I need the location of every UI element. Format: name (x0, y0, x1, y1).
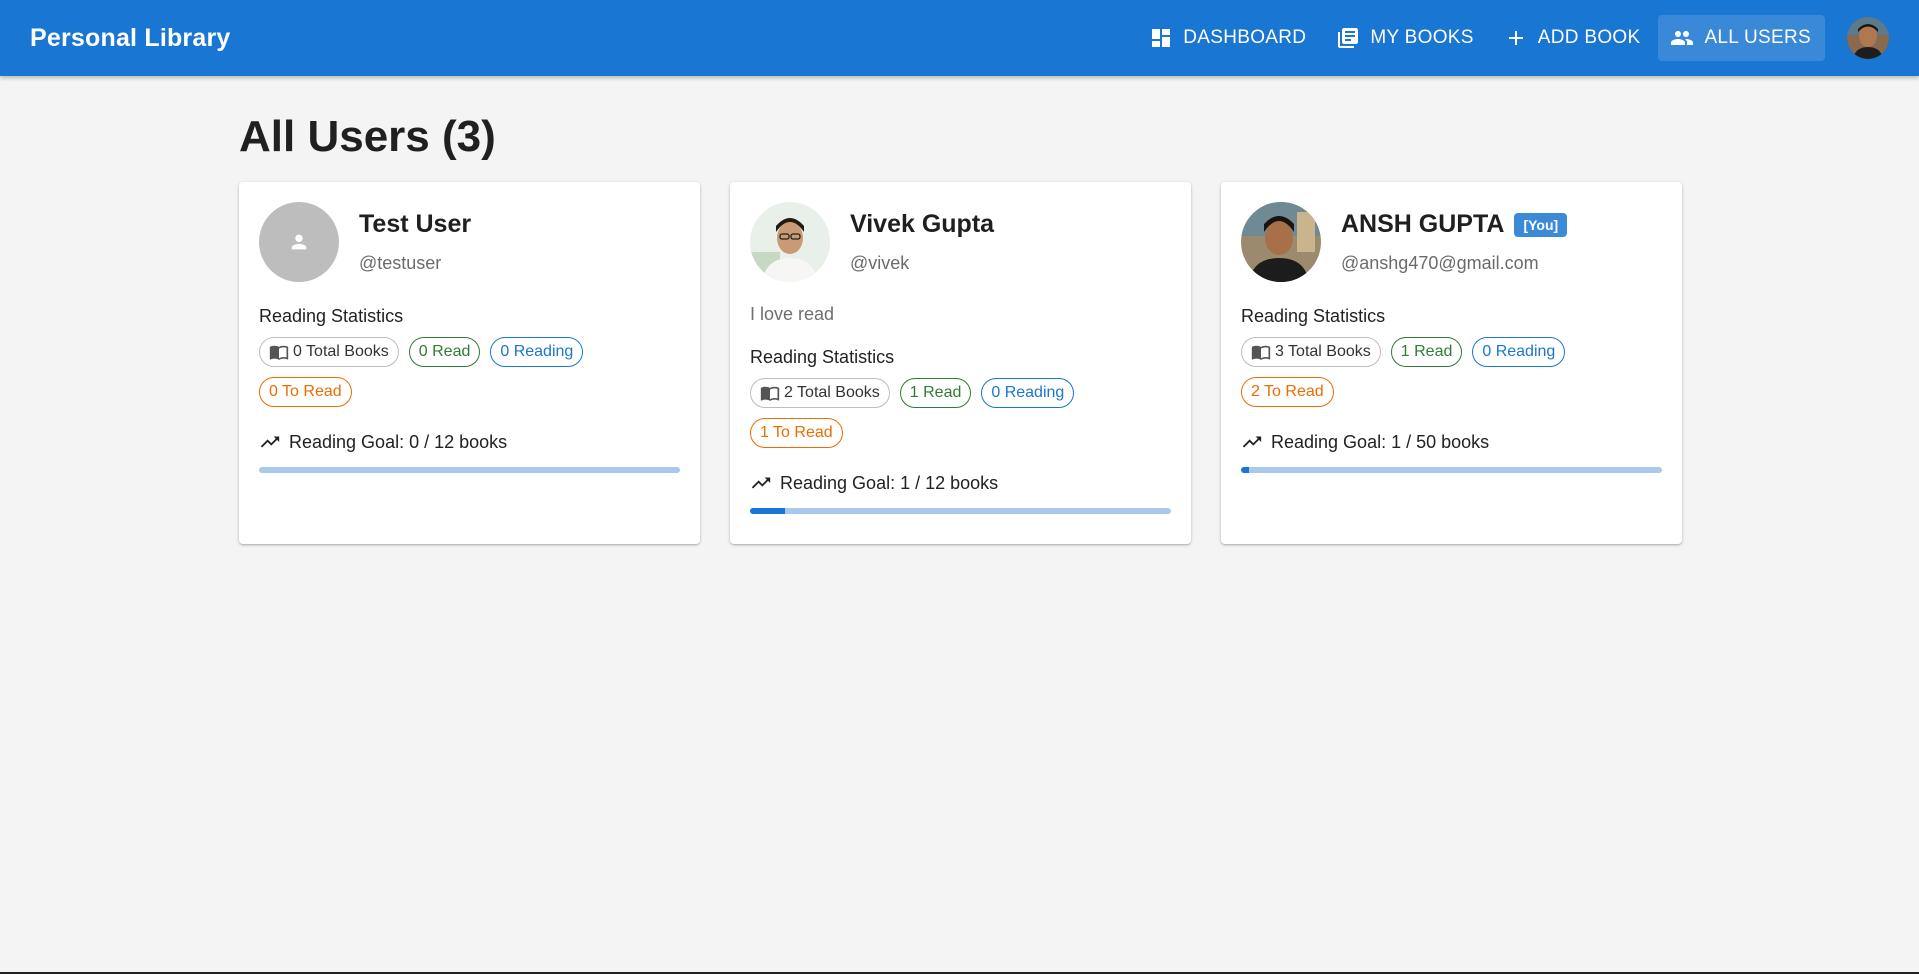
user-card-header: Vivek Gupta @vivek (750, 202, 1171, 282)
nav-my-books-button[interactable]: MY BOOKS (1324, 15, 1487, 61)
profile-photo (1241, 202, 1321, 282)
person-icon (291, 234, 307, 250)
user-cards: Test User @testuser Reading Statistics 0… (239, 182, 1682, 544)
reading-goal: Reading Goal: 1 / 50 books (1241, 431, 1662, 453)
user-name: Vivek Gupta (850, 210, 995, 238)
app-bar: Personal Library DASHBOARD MY BOOKS ADD … (0, 0, 1919, 76)
book-icon (269, 345, 289, 360)
nav-add-book-button[interactable]: ADD BOOK (1492, 15, 1655, 61)
user-name: Test User (359, 210, 472, 238)
reading-statistics-title: Reading Statistics (259, 306, 404, 326)
nav-all-users-button[interactable]: ALL USERS (1658, 15, 1825, 61)
reading-label: 0 Reading (1482, 343, 1556, 360)
total-books-chip: 3 Total Books (1241, 337, 1381, 367)
reading-goal-label: Reading Goal: 1 / 12 books (780, 472, 999, 493)
user-name: ANSH GUPTA (1341, 210, 1505, 238)
to-read-label: 1 To Read (760, 424, 833, 441)
reading-statistics-title: Reading Statistics (750, 347, 895, 367)
library-books-icon (1338, 28, 1359, 48)
read-chip: 0 Read (408, 337, 481, 367)
trending-up-icon (260, 436, 280, 448)
reading-label: 0 Reading (991, 384, 1065, 401)
user-handle: @anshg470@gmail.com (1341, 253, 1539, 273)
user-handle: @vivek (850, 253, 910, 273)
user-handle: @testuser (359, 253, 442, 273)
profile-photo (1847, 17, 1889, 59)
name-row: Vivek Gupta (850, 210, 994, 239)
main-nav: DASHBOARD MY BOOKS ADD BOOK ALL USERS (1133, 0, 1919, 76)
to-read-label: 0 To Read (269, 383, 342, 400)
add-icon (1508, 31, 1523, 45)
goal-progress-fill (1241, 467, 1250, 473)
profile-photo (750, 202, 830, 282)
stats-chips: 3 Total Books 1 Read 0 Reading 2 To Read (1241, 337, 1601, 407)
to-read-chip: 2 To Read (1241, 377, 1334, 407)
total-books-chip: 2 Total Books (750, 378, 890, 408)
reading-label: 0 Reading (500, 343, 574, 360)
page-title: All Users (3) (239, 112, 496, 161)
user-bio: I love read (750, 304, 835, 324)
goal-progress-fill (750, 508, 785, 514)
user-identity: Vivek Gupta @vivek (850, 202, 994, 274)
total-books-chip: 0 Total Books (259, 337, 399, 367)
goal-progress-bar (1241, 467, 1662, 473)
nav-add-book-label: ADD BOOK (1537, 27, 1641, 48)
goal-progress-bar (259, 467, 680, 473)
nav-dashboard-button[interactable]: DASHBOARD (1137, 15, 1320, 61)
goal-progress-bar (750, 508, 1171, 514)
user-avatar-button[interactable] (1847, 17, 1889, 59)
user-identity: Test User @testuser (359, 202, 471, 274)
stats-chips: 2 Total Books 1 Read 0 Reading 1 To Read (750, 378, 1110, 448)
read-chip: 1 Read (1390, 337, 1463, 367)
app-title[interactable]: Personal Library (30, 0, 231, 76)
trending-up-icon (751, 477, 771, 489)
read-label: 1 Read (1400, 343, 1453, 360)
nav-all-users-label: ALL USERS (1704, 27, 1811, 48)
reading-chip: 0 Reading (490, 337, 584, 367)
to-read-chip: 0 To Read (259, 377, 352, 407)
reading-statistics-title: Reading Statistics (1241, 306, 1386, 326)
name-row: ANSH GUPTA [You] (1341, 210, 1568, 239)
nav-dashboard-label: DASHBOARD (1183, 27, 1307, 48)
to-read-chip: 1 To Read (750, 418, 843, 448)
total-books-label: 2 Total Books (784, 384, 880, 401)
avatar (259, 202, 339, 282)
user-card: Test User @testuser Reading Statistics 0… (239, 182, 700, 544)
read-label: 0 Read (418, 343, 471, 360)
reading-chip: 0 Reading (1472, 337, 1566, 367)
reading-goal-label: Reading Goal: 0 / 12 books (289, 431, 508, 452)
book-icon (1251, 345, 1271, 360)
dashboard-icon (1152, 29, 1171, 47)
read-chip: 1 Read (899, 378, 972, 408)
reading-goal: Reading Goal: 1 / 12 books (750, 472, 1171, 494)
user-card-header: Test User @testuser (259, 202, 680, 282)
user-identity: ANSH GUPTA [You] @anshg470@gmail.com (1341, 202, 1568, 274)
reading-goal: Reading Goal: 0 / 12 books (259, 431, 680, 453)
read-label: 1 Read (909, 384, 962, 401)
nav-my-books-label: MY BOOKS (1370, 27, 1474, 48)
to-read-label: 2 To Read (1251, 383, 1324, 400)
user-card-header: ANSH GUPTA [You] @anshg470@gmail.com (1241, 202, 1662, 282)
reading-chip: 0 Reading (981, 378, 1075, 408)
avatar (750, 202, 830, 282)
trending-up-icon (1242, 436, 1262, 448)
name-row: Test User (359, 210, 471, 239)
total-books-label: 3 Total Books (1275, 343, 1371, 360)
avatar (1241, 202, 1321, 282)
book-icon (760, 386, 780, 401)
stats-chips: 0 Total Books 0 Read 0 Reading 0 To Read (259, 337, 619, 407)
reading-goal-label: Reading Goal: 1 / 50 books (1271, 431, 1490, 452)
user-card: Vivek Gupta @vivek I love read Reading S… (730, 182, 1191, 544)
total-books-label: 0 Total Books (293, 343, 389, 360)
people-icon (1671, 31, 1694, 45)
user-card: ANSH GUPTA [You] @anshg470@gmail.com Rea… (1221, 182, 1682, 544)
you-badge: [You] (1514, 212, 1568, 237)
